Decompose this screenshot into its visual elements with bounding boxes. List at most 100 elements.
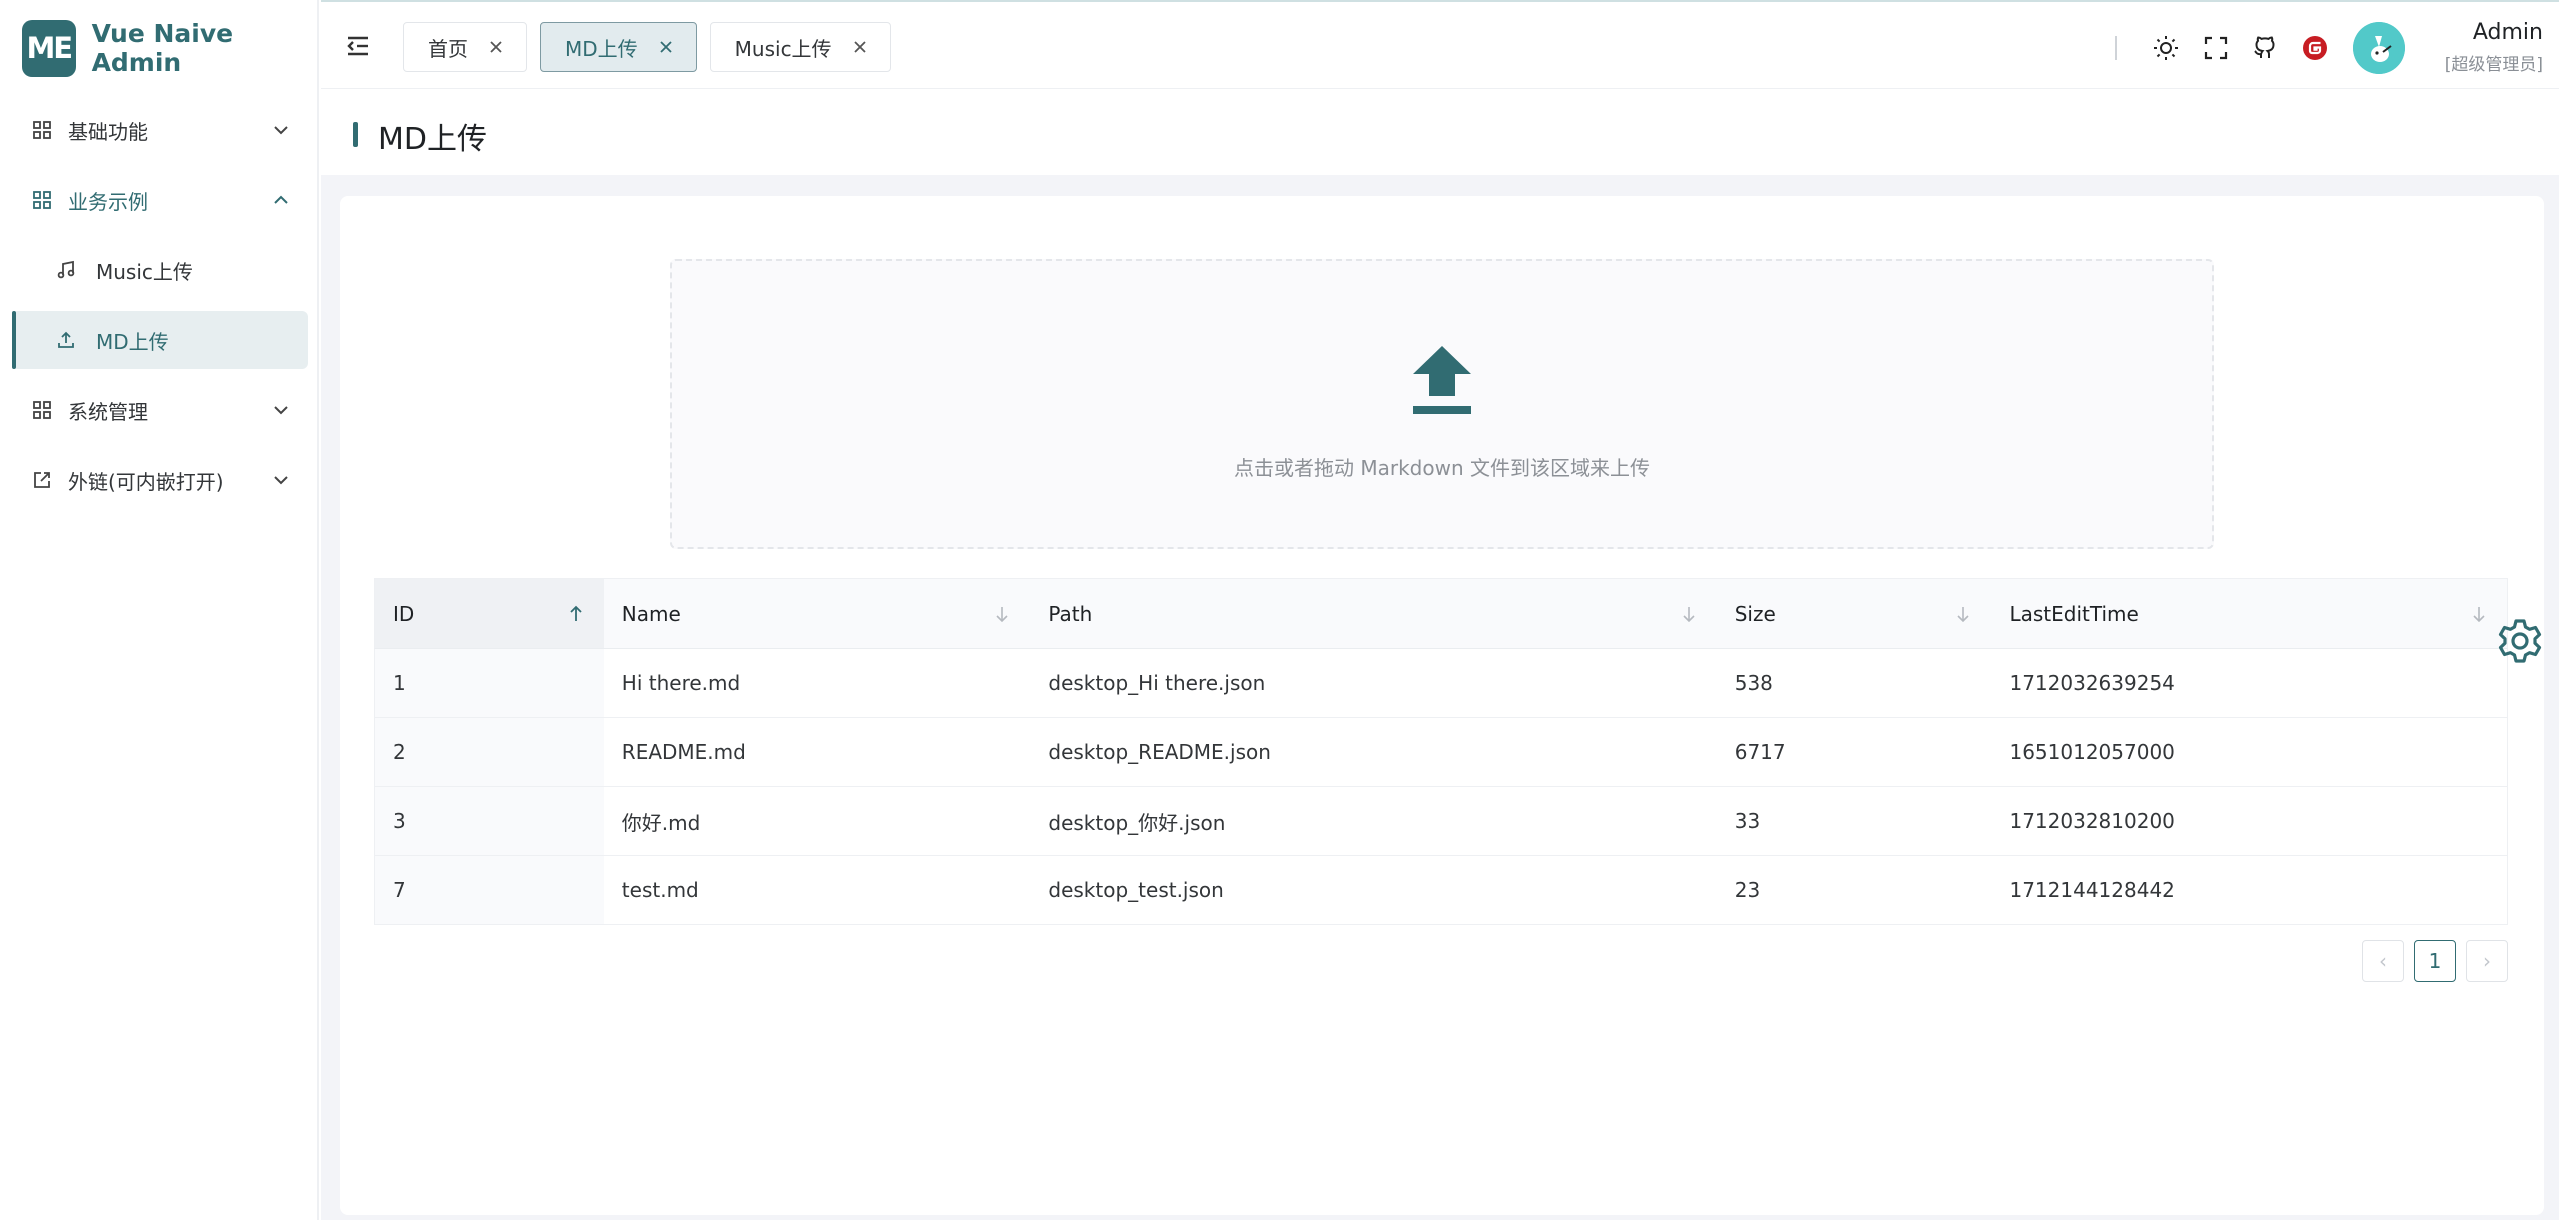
sort-descending-icon[interactable] (1955, 604, 1971, 624)
header-actions: Admin [超级管理员] (2115, 18, 2543, 76)
cell-id: 2 (375, 718, 604, 786)
table-row[interactable]: 3 你好.md desktop_你好.json 33 1712032810200 (374, 787, 2508, 856)
pagination-prev-button[interactable]: ‹ (2362, 940, 2404, 982)
grid-icon (33, 191, 51, 209)
sort-ascending-icon[interactable] (568, 604, 584, 624)
sidebar-item-business-examples[interactable]: 业务示例 (12, 171, 308, 229)
cell-last-edit-time: 1651012057000 (2009, 740, 2175, 764)
cell-path: desktop_test.json (1048, 878, 1224, 902)
close-icon[interactable] (852, 39, 868, 55)
cell-id: 7 (375, 856, 604, 924)
sort-descending-icon[interactable] (994, 604, 1010, 624)
sidebar-item-label: 基础功能 (68, 119, 148, 144)
title-accent-bar (353, 122, 358, 147)
app-logo: ME (22, 19, 76, 77)
column-header-id[interactable]: ID (375, 579, 604, 648)
cell-name: test.md (621, 878, 699, 902)
cell-size: 23 (1734, 878, 1761, 902)
top-header: 首页 MD上传 Music上传 Admin [超级管理员] (321, 0, 2559, 89)
cell-path: desktop_Hi there.json (1048, 671, 1266, 695)
cell-size: 538 (1734, 671, 1773, 695)
tab-label: 首页 (428, 36, 468, 61)
brand[interactable]: ME Vue Naive Admin (22, 19, 317, 77)
settings-gear-icon[interactable] (2496, 617, 2544, 665)
column-header-name[interactable]: Name (604, 579, 1031, 648)
grid-icon (33, 401, 51, 419)
cell-name: Hi there.md (621, 671, 741, 695)
cell-path: desktop_你好.json (1048, 810, 1226, 835)
table-row[interactable]: 7 test.md desktop_test.json 23 171214412… (374, 856, 2508, 925)
tab-music-upload[interactable]: Music上传 (709, 22, 891, 72)
tab-label: Music上传 (734, 36, 832, 61)
column-header-label: Size (1734, 601, 1776, 626)
sidebar-item-label: 外链(可内嵌打开) (68, 469, 224, 494)
column-header-label: Name (621, 601, 681, 626)
upload-hint: 点击或者拖动 Markdown 文件到该区域来上传 (1234, 456, 1650, 480)
grid-icon (33, 121, 51, 139)
upload-icon (58, 331, 74, 348)
menu-collapse-icon[interactable] (345, 35, 371, 57)
page-title-bar: MD上传 (321, 90, 2559, 175)
fullscreen-icon[interactable] (2203, 35, 2229, 61)
sort-descending-icon[interactable] (1681, 604, 1697, 624)
upload-arrow-icon (1413, 346, 1471, 414)
sidebar-item-label: 业务示例 (68, 189, 148, 214)
close-icon[interactable] (658, 39, 674, 55)
markdown-upload-dropzone[interactable]: 点击或者拖动 Markdown 文件到该区域来上传 (670, 259, 2214, 549)
table-row[interactable]: 2 README.md desktop_README.json 6717 165… (374, 718, 2508, 787)
sidebar: ME Vue Naive Admin 基础功能 业务示例 Music上传 MD上… (0, 0, 319, 1220)
music-note-icon (57, 260, 75, 279)
sidebar-item-music-upload[interactable]: Music上传 (12, 241, 308, 299)
tab-home[interactable]: 首页 (403, 22, 527, 72)
chevron-up-icon (274, 195, 288, 204)
cell-last-edit-time: 1712032810200 (2009, 809, 2175, 833)
sidebar-item-label: MD上传 (96, 329, 169, 354)
cell-size: 33 (1734, 809, 1761, 833)
cell-last-edit-time: 1712144128442 (2009, 878, 2175, 902)
files-table: ID Name Path Size LastEditTime 1 Hi ther… (374, 578, 2508, 925)
user-name[interactable]: Admin (2473, 20, 2543, 45)
sidebar-item-basic-features[interactable]: 基础功能 (12, 101, 308, 159)
header-divider (2115, 36, 2117, 60)
cell-name: README.md (621, 740, 746, 764)
sidebar-item-external-links[interactable]: 外链(可内嵌打开) (12, 451, 308, 509)
app-root: ME Vue Naive Admin 基础功能 业务示例 Music上传 MD上… (0, 0, 2559, 1220)
column-header-label: ID (393, 601, 415, 626)
tab-md-upload[interactable]: MD上传 (540, 22, 697, 72)
avatar[interactable] (2353, 22, 2405, 74)
chevron-down-icon (274, 476, 288, 485)
tab-bar: 首页 MD上传 Music上传 (403, 22, 904, 72)
pagination-next-button[interactable]: › (2466, 940, 2508, 982)
chevron-down-icon (274, 126, 288, 135)
github-icon[interactable] (2252, 35, 2278, 61)
table-row[interactable]: 1 Hi there.md desktop_Hi there.json 538 … (374, 649, 2508, 718)
column-header-size[interactable]: Size (1717, 579, 1992, 648)
cell-id: 1 (375, 649, 604, 717)
cell-last-edit-time: 1712032639254 (2009, 671, 2175, 695)
column-header-path[interactable]: Path (1030, 579, 1716, 648)
sort-descending-icon[interactable] (2471, 604, 2487, 624)
app-name: Vue Naive Admin (91, 19, 234, 77)
sidebar-item-system-management[interactable]: 系统管理 (12, 381, 308, 439)
cell-path: desktop_README.json (1048, 740, 1271, 764)
sun-icon[interactable] (2153, 35, 2179, 61)
column-header-label: Path (1048, 601, 1093, 626)
tab-label: MD上传 (565, 36, 638, 61)
cell-id: 3 (375, 787, 604, 855)
close-icon[interactable] (488, 39, 504, 55)
user-role: [超级管理员] (2444, 55, 2543, 75)
sidebar-item-md-upload[interactable]: MD上传 (12, 311, 308, 369)
cell-size: 6717 (1734, 740, 1786, 764)
gitee-icon[interactable] (2302, 35, 2328, 61)
pagination: ‹ 1 › (2362, 940, 2508, 982)
pagination-page-button[interactable]: 1 (2414, 940, 2456, 982)
sidebar-item-label: Music上传 (96, 259, 193, 284)
cell-name: 你好.md (621, 810, 701, 835)
page-title: MD上传 (378, 122, 487, 157)
sidebar-item-label: 系统管理 (68, 399, 148, 424)
table-header: ID Name Path Size LastEditTime (374, 578, 2508, 649)
column-header-last-edit-time[interactable]: LastEditTime (1991, 579, 2507, 648)
column-header-label: LastEditTime (2009, 601, 2139, 626)
avatar-image (2353, 22, 2405, 74)
external-link-icon (34, 472, 50, 488)
